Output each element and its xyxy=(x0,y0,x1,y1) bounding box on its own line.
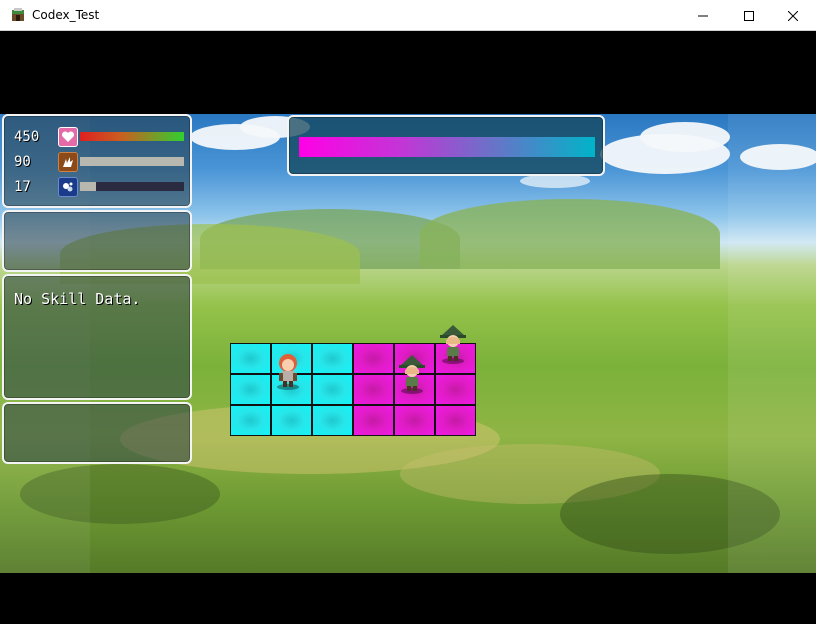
ally-grid-cell[interactable] xyxy=(271,405,312,436)
info-window xyxy=(2,210,192,272)
enemy-unit-2[interactable] xyxy=(396,354,428,394)
window-title: Codex_Test xyxy=(32,8,100,22)
command-window xyxy=(2,402,192,464)
ally-grid-cell[interactable] xyxy=(312,343,353,374)
enemy-grid-cell[interactable] xyxy=(435,405,476,436)
app-icon xyxy=(12,8,24,21)
tp-bar xyxy=(80,157,184,166)
maximize-button[interactable] xyxy=(726,0,772,31)
mp-value: 17 xyxy=(14,179,31,195)
enemy-unit-1[interactable] xyxy=(437,324,469,364)
hp-value: 450 xyxy=(14,129,40,145)
turn-gauge-bar xyxy=(299,137,595,157)
close-button[interactable] xyxy=(770,0,816,31)
mana-icon xyxy=(58,177,78,197)
mp-bar xyxy=(80,182,184,191)
hp-row: 450 xyxy=(12,127,188,147)
ally-grid-cell[interactable] xyxy=(230,405,271,436)
skill-window: No Skill Data. xyxy=(2,274,192,400)
ally-grid-cell[interactable] xyxy=(312,374,353,405)
enemy-grid-cell[interactable] xyxy=(435,374,476,405)
ally-grid-cell[interactable] xyxy=(312,405,353,436)
enemy-grid-cell[interactable] xyxy=(394,405,435,436)
minimize-icon xyxy=(698,15,708,16)
hp-bar xyxy=(80,132,184,141)
skill-text: No Skill Data. xyxy=(14,290,141,308)
enemy-grid-cell[interactable] xyxy=(353,374,394,405)
enemy-grid-cell[interactable] xyxy=(353,405,394,436)
maximize-icon xyxy=(744,10,754,21)
minimize-button[interactable] xyxy=(680,0,726,31)
title-bar: Codex_Test xyxy=(0,0,816,31)
enemy-grid-cell[interactable] xyxy=(353,343,394,374)
status-window: 450 90 17 xyxy=(2,114,192,208)
ally-grid-cell[interactable] xyxy=(230,343,271,374)
close-icon xyxy=(788,10,798,21)
mp-row: 17 xyxy=(12,177,188,197)
tp-row: 90 xyxy=(12,152,188,172)
player-unit[interactable] xyxy=(272,350,304,390)
heart-icon xyxy=(58,127,78,147)
burst-icon xyxy=(58,152,78,172)
ally-grid-cell[interactable] xyxy=(230,374,271,405)
tp-value: 90 xyxy=(14,154,31,170)
turn-gauge-window xyxy=(287,115,605,176)
